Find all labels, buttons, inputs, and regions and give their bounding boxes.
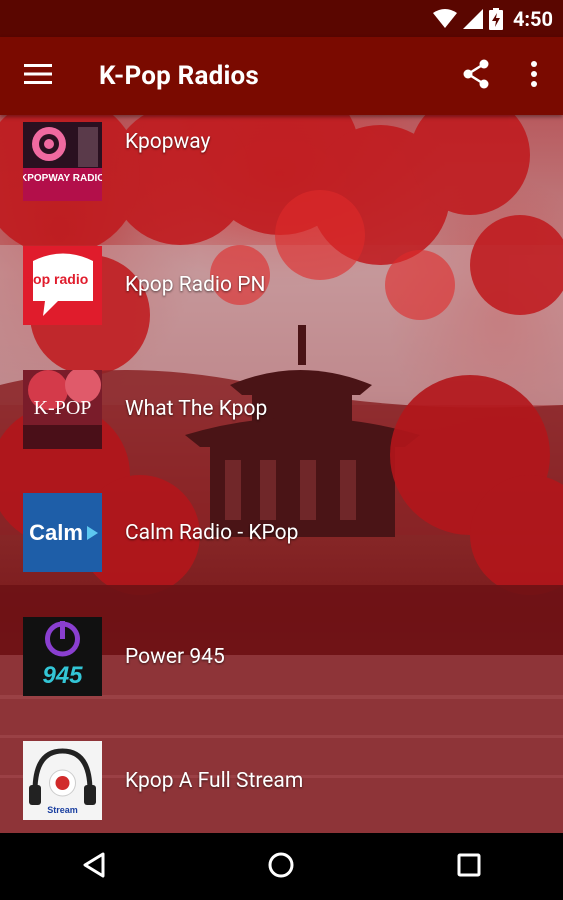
kpop-radio-pn-logo-text: kpop radio pn	[23, 271, 102, 287]
station-name: Kpopway	[125, 130, 211, 154]
home-icon	[267, 851, 295, 883]
what-the-kpop-logo: K-POP	[23, 370, 102, 449]
menu-icon	[24, 63, 52, 89]
station-name: Kpop Radio PN	[125, 273, 266, 297]
battery-charging-icon	[488, 7, 503, 30]
back-button[interactable]	[54, 833, 134, 900]
share-button[interactable]	[447, 37, 505, 115]
calm-radio-logo: Calm	[23, 493, 102, 572]
kpop-radio-pn-logo: kpop radio pn	[23, 246, 102, 325]
status-bar: 4:50	[0, 0, 563, 37]
kpopway-radio-logo: KPOPWAY RADIO	[23, 122, 102, 201]
station-name: Power 945	[125, 645, 225, 669]
back-icon	[82, 852, 106, 882]
overflow-menu-button[interactable]	[505, 37, 563, 115]
station-item[interactable]: kpop radio pn Kpop Radio PN	[0, 224, 563, 348]
station-name: Kpop A Full Stream	[125, 769, 304, 793]
station-item[interactable]: 945 Power 945	[0, 596, 563, 720]
station-name: What The Kpop	[125, 397, 268, 421]
calm-logo-text: Calm	[29, 520, 83, 545]
wifi-icon	[432, 8, 457, 29]
system-nav-bar	[0, 833, 563, 900]
kpopway-logo-text: KPOPWAY RADIO	[23, 173, 102, 184]
cell-signal-icon	[462, 8, 483, 29]
power-945-logo: 945	[23, 617, 102, 696]
recents-icon	[457, 853, 481, 881]
what-the-kpop-logo-text: K-POP	[34, 397, 92, 419]
kpop-full-stream-logo: Stream	[23, 741, 102, 820]
app-bar: K-Pop Radios	[0, 37, 563, 115]
station-item[interactable]: KPOPWAY RADIO Kpopway	[0, 115, 563, 224]
station-item[interactable]: K-POP What The Kpop	[0, 348, 563, 472]
station-item[interactable]: Stream Kpop A Full Stream	[0, 720, 563, 833]
station-list-background: KPOPWAY RADIO Kpopway kpop radio pn Kpop…	[0, 115, 563, 833]
power-945-logo-text: 945	[42, 662, 83, 689]
home-button[interactable]	[241, 833, 321, 900]
kpop-full-stream-logo-text: Stream	[47, 805, 78, 815]
station-name: Calm Radio - KPop	[125, 521, 299, 545]
recents-button[interactable]	[429, 833, 509, 900]
app-title: K-Pop Radios	[99, 61, 259, 91]
share-icon	[462, 59, 490, 93]
station-item[interactable]: Calm Calm Radio - KPop	[0, 472, 563, 596]
menu-button[interactable]	[0, 37, 78, 115]
status-time: 4:50	[512, 6, 553, 31]
more-vert-icon	[530, 61, 538, 91]
